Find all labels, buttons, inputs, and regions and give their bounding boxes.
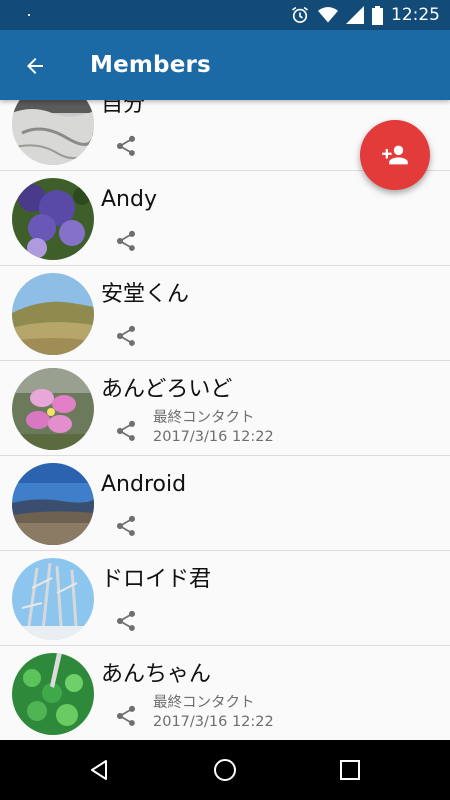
member-name: ドロイド君 (101, 567, 212, 592)
last-contact-time: 2017/3/16 12:22 (153, 429, 274, 445)
share-button[interactable] (114, 134, 138, 158)
member-name: Andy (101, 187, 157, 212)
wifi-icon (318, 7, 338, 23)
avatar (12, 368, 94, 450)
battery-icon (372, 5, 383, 25)
share-button[interactable] (114, 419, 138, 443)
member-name: 安堂くん (101, 282, 190, 307)
share-button[interactable] (114, 704, 138, 728)
avatar (12, 653, 94, 735)
page-title: Members (90, 52, 211, 78)
navigation-bar (0, 740, 450, 800)
back-triangle-icon (91, 760, 107, 780)
member-name: 自分 (101, 100, 146, 117)
share-button[interactable] (114, 229, 138, 253)
last-contact-time: 2017/3/16 12:22 (153, 714, 274, 730)
member-row[interactable]: Android (0, 456, 450, 551)
notification-dot (28, 14, 30, 16)
share-icon (117, 230, 135, 251)
alarm-icon (292, 6, 308, 23)
app-bar: Members (0, 30, 450, 100)
avatar (12, 178, 94, 260)
share-icon (117, 325, 135, 346)
member-row[interactable]: 安堂くん (0, 266, 450, 361)
signal-icon (346, 6, 364, 24)
member-name: あんどろいど (101, 377, 233, 402)
add-member-button[interactable] (360, 120, 430, 190)
member-list[interactable]: 自分 Andy 安堂くん あんどろいど 最終コンタクト 2017/3/16 12… (0, 100, 450, 740)
share-button[interactable] (114, 514, 138, 538)
nav-home-button[interactable] (209, 754, 241, 786)
member-name: あんちゃん (101, 662, 212, 687)
status-bar: 12:25 (0, 0, 450, 30)
avatar (12, 463, 94, 545)
member-row[interactable]: あんどろいど 最終コンタクト 2017/3/16 12:22 (0, 361, 450, 456)
last-contact-label: 最終コンタクト (153, 695, 255, 711)
member-row[interactable]: ドロイド君 (0, 551, 450, 646)
last-contact-label: 最終コンタクト (153, 410, 255, 426)
share-icon (117, 420, 135, 441)
arrow-back-icon (27, 58, 43, 74)
nav-back-button[interactable] (83, 754, 115, 786)
share-icon (117, 515, 135, 536)
avatar (12, 273, 94, 355)
recents-square-icon (340, 760, 360, 780)
share-icon (117, 705, 135, 726)
avatar (12, 100, 94, 165)
person-add-icon (382, 145, 408, 165)
home-circle-icon (214, 759, 236, 781)
status-time: 12:25 (391, 5, 440, 25)
share-button[interactable] (114, 324, 138, 348)
last-contact: 最終コンタクト 2017/3/16 12:22 (153, 694, 274, 732)
share-button[interactable] (114, 609, 138, 633)
nav-recents-button[interactable] (334, 754, 366, 786)
member-name: Android (101, 472, 187, 497)
status-icons: 12:25 (290, 4, 440, 26)
last-contact: 最終コンタクト 2017/3/16 12:22 (153, 409, 274, 447)
back-button[interactable] (20, 51, 50, 81)
share-icon (117, 135, 135, 156)
avatar (12, 558, 94, 640)
member-row[interactable]: あんちゃん 最終コンタクト 2017/3/16 12:22 (0, 646, 450, 740)
share-icon (117, 610, 135, 631)
